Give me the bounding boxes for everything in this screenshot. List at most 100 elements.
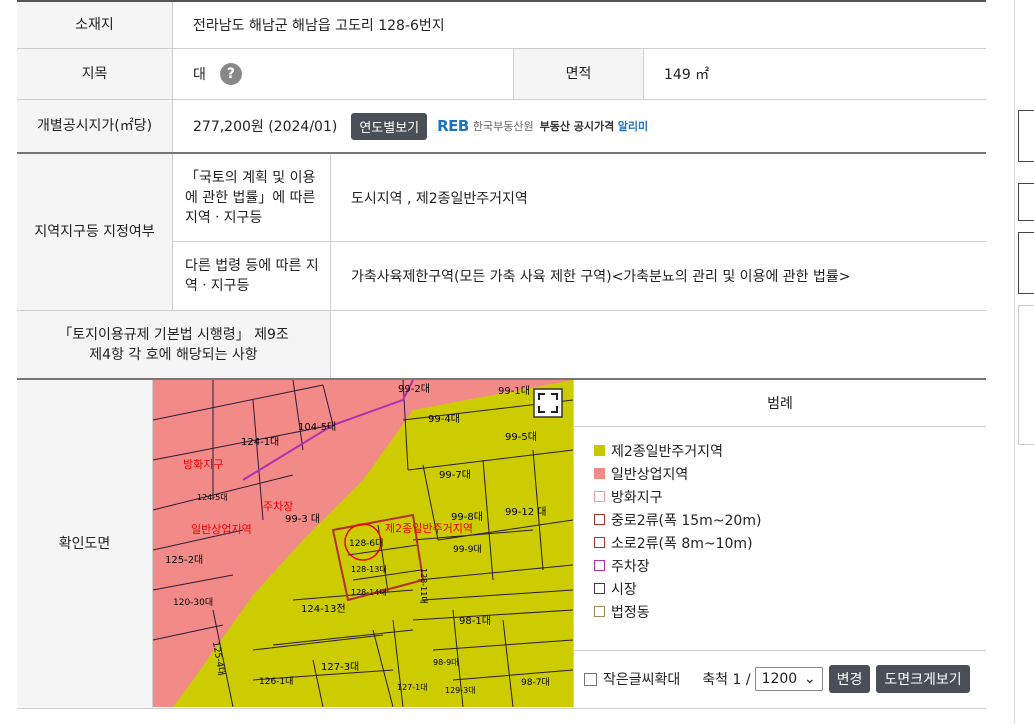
legend-item: 일반상업지역 bbox=[594, 462, 986, 485]
zoning-sub-label-2: 다른 법령 등에 따른 지역ㆍ지구등 bbox=[173, 242, 331, 310]
chevron-down-icon: ⌄ bbox=[803, 671, 816, 687]
parcel-label: 128-14대 bbox=[351, 588, 387, 597]
zoning-label: 지역지구등 지정여부 bbox=[17, 154, 173, 310]
legend-swatch bbox=[594, 445, 605, 456]
zone-label-parking: 주차장 bbox=[263, 500, 293, 513]
legend-item: 법정동 bbox=[594, 600, 986, 623]
legend-swatch bbox=[594, 606, 605, 617]
legend-item: 시장 bbox=[594, 577, 986, 600]
parcel-label: 98-7대 bbox=[521, 677, 550, 688]
legend-item: 중로2류(폭 15m~20m) bbox=[594, 508, 986, 531]
parcel-label: 99-7대 bbox=[439, 469, 471, 481]
location-label: 소재지 bbox=[17, 2, 173, 48]
enlarge-map-button[interactable]: 도면크게보기 bbox=[876, 665, 970, 693]
parcel-label: 99-12 대 bbox=[505, 506, 546, 518]
parcel-label: 124-1대 bbox=[241, 436, 279, 448]
parcel-label: 99-5대 bbox=[505, 431, 537, 443]
parcel-label: 98-9대 bbox=[433, 658, 459, 667]
location-row: 소재지 전라남도 해남군 해남읍 고도리 128-6번지 bbox=[17, 2, 986, 49]
legend-title: 범례 bbox=[574, 380, 986, 427]
parcel-label: 99-9대 bbox=[453, 544, 482, 555]
parcel-label: 99-3 대 bbox=[285, 513, 320, 525]
jimok-label: 지목 bbox=[17, 49, 173, 99]
help-icon[interactable]: ? bbox=[219, 63, 242, 85]
parcel-label: 127-3대 bbox=[321, 661, 359, 673]
parcel-label: 127-1대 bbox=[397, 683, 428, 692]
legend-list: 제2종일반주거지역일반상업지역방화지구중로2류(폭 15m~20m) 소로2류(폭… bbox=[574, 427, 986, 623]
parcel-label: 99-1대 bbox=[498, 385, 530, 397]
legend-label: 법정동 bbox=[611, 604, 650, 621]
zoning-sub-value-2: 가축사육제한구역(모든 가축 사육 제한 구역)<가축분뇨의 관리 및 이용에 … bbox=[351, 269, 851, 285]
legend-item: 주차장 bbox=[594, 554, 986, 577]
scale-label: 축척 1 / bbox=[702, 672, 751, 688]
parcel-label: 126-1대 bbox=[259, 676, 293, 687]
map-controls: 작은글씨확대 축척 1 / 1200 ⌄ 변경 도면크게보기 bbox=[574, 650, 986, 707]
parcel-label: 98-1대 bbox=[459, 615, 491, 627]
price-label: 개별공시지가(㎡당) bbox=[17, 100, 173, 152]
price-row: 개별공시지가(㎡당) 277,200원 (2024/01) 연도별보기 REB … bbox=[17, 100, 986, 154]
small-text-checkbox[interactable] bbox=[584, 672, 597, 686]
parcel-label: 124-5대 bbox=[197, 493, 228, 502]
zoning-subrow-2: 다른 법령 등에 따른 지역ㆍ지구등 가축사육제한구역(모든 가축 사육 제한 … bbox=[173, 242, 986, 310]
zone-label-bangwha: 방화지구 bbox=[183, 458, 223, 471]
reb-link[interactable]: REB 한국부동산원 부동산 공시가격 알리미 bbox=[437, 117, 648, 135]
legend-panel: 범례 제2종일반주거지역일반상업지역방화지구중로2류(폭 15m~20m) 소로2… bbox=[573, 380, 986, 707]
map-section-label: 확인도면 bbox=[17, 380, 153, 708]
reb-alarm: 알리미 bbox=[617, 120, 649, 133]
yearly-view-button[interactable]: 연도별보기 bbox=[351, 112, 428, 140]
parcel-label: 129-3대 bbox=[445, 686, 476, 695]
price-value: 277,200원 (2024/01) bbox=[193, 119, 338, 135]
parcel-label: 120-30대 bbox=[173, 597, 213, 608]
side-tab-2[interactable] bbox=[1018, 183, 1034, 221]
side-tab-4[interactable] bbox=[1018, 305, 1034, 445]
legend-item: 제2종일반주거지역 bbox=[594, 439, 986, 462]
legend-swatch bbox=[594, 583, 605, 594]
regulation-value bbox=[331, 311, 351, 378]
legend-swatch bbox=[594, 537, 605, 548]
legend-item: 방화지구 bbox=[594, 485, 986, 508]
parcel-label: 99-2대 bbox=[398, 383, 430, 395]
regulation-label: 「토지이용규제 기본법 시행령」 제9조 제4항 각 호에 해당되는 사항 bbox=[17, 311, 331, 378]
scale-value: 1200 bbox=[761, 671, 798, 687]
change-scale-button[interactable]: 변경 bbox=[828, 665, 871, 693]
zoning-subtable: 「국토의 계획 및 이용에 관한 법률」에 따른 지역ㆍ지구등 도시지역 , 제… bbox=[173, 154, 986, 310]
jimok-cell: 대 ? bbox=[173, 49, 514, 99]
reb-service: 부동산 공시가격 bbox=[539, 120, 615, 133]
price-cell: 277,200원 (2024/01) 연도별보기 REB 한국부동산원 부동산 … bbox=[173, 100, 648, 152]
small-text-label[interactable]: 작은글씨확대 bbox=[603, 669, 680, 689]
legend-label: 일반상업지역 bbox=[611, 466, 689, 483]
zoning-sub-label-1: 「국토의 계획 및 이용에 관한 법률」에 따른 지역ㆍ지구등 bbox=[173, 154, 331, 241]
reb-logo-icon: REB bbox=[437, 117, 469, 135]
jimok-row: 지목 대 ? 면적 149 ㎡ bbox=[17, 49, 986, 100]
map-canvas: 99-2대 99-1대 104-5대 124-1대 99-4대 99-5대 99… bbox=[153, 380, 573, 707]
legend-label: 주차장 bbox=[611, 558, 650, 575]
legend-label: 소로2류(폭 8m~10m) bbox=[611, 535, 753, 552]
reb-org: 한국부동산원 bbox=[472, 120, 534, 133]
zoning-row: 지역지구등 지정여부 「국토의 계획 및 이용에 관한 법률」에 따른 지역ㆍ지… bbox=[17, 154, 986, 311]
parcel-label: 128-13대 bbox=[351, 565, 387, 574]
side-tab-1[interactable] bbox=[1018, 110, 1034, 162]
legend-swatch bbox=[594, 560, 605, 571]
scale-select[interactable]: 1200 ⌄ bbox=[754, 667, 823, 691]
parcel-label: 125-2대 bbox=[165, 554, 203, 566]
regulation-row: 「토지이용규제 기본법 시행령」 제9조 제4항 각 호에 해당되는 사항 bbox=[17, 311, 986, 380]
parcel-label: 128-11대 bbox=[419, 568, 428, 604]
legend-label: 중로2류(폭 15m~20m) bbox=[611, 512, 762, 529]
parcel-label: 124-13전 bbox=[301, 603, 346, 615]
parcel-label: 99-4대 bbox=[428, 413, 460, 425]
zone-label-commercial: 일반상업지역 bbox=[191, 522, 252, 536]
parcel-label: 104-5대 bbox=[298, 421, 336, 433]
side-tab-3[interactable] bbox=[1018, 232, 1034, 294]
parcel-label: 128-6대 bbox=[349, 538, 383, 549]
legend-item: 소로2류(폭 8m~10m) bbox=[594, 531, 986, 554]
zoning-sub-value-1: 도시지역 , 제2종일반주거지역 bbox=[351, 190, 528, 207]
area-label: 면적 bbox=[514, 49, 644, 99]
legend-label: 시장 bbox=[611, 581, 637, 598]
jimok-value: 대 bbox=[193, 67, 206, 83]
legend-label: 방화지구 bbox=[611, 489, 663, 506]
land-map[interactable]: 99-2대 99-1대 104-5대 124-1대 99-4대 99-5대 99… bbox=[153, 380, 573, 707]
location-value: 전라남도 해남군 해남읍 고도리 128-6번지 bbox=[193, 18, 445, 34]
legend-label: 제2종일반주거지역 bbox=[611, 443, 723, 460]
zoning-subrow-1: 「국토의 계획 및 이용에 관한 법률」에 따른 지역ㆍ지구등 도시지역 , 제… bbox=[173, 154, 986, 242]
legend-swatch bbox=[594, 468, 605, 479]
